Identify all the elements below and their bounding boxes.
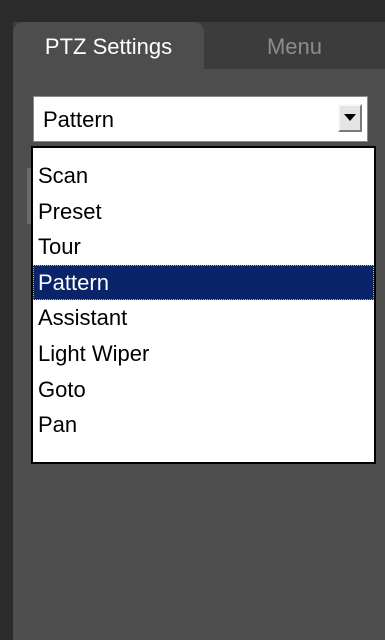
option-assistant[interactable]: Assistant xyxy=(33,300,374,336)
option-scan[interactable]: Scan xyxy=(33,158,374,194)
function-dropdown-list: Scan Preset Tour Pattern Assistant Light… xyxy=(31,146,376,464)
tab-menu[interactable]: Menu xyxy=(204,22,385,69)
option-pattern[interactable]: Pattern xyxy=(33,264,374,301)
tab-bar: PTZ Settings Menu xyxy=(13,22,385,69)
tab-ptz-settings[interactable]: PTZ Settings xyxy=(13,22,204,69)
option-light-wiper[interactable]: Light Wiper xyxy=(33,336,374,372)
app-frame: PTZ Settings Menu Pattern Scan Preset To… xyxy=(0,0,385,640)
option-preset[interactable]: Preset xyxy=(33,194,374,230)
dropdown-button[interactable] xyxy=(338,104,362,132)
chevron-down-icon xyxy=(344,114,356,121)
option-pan[interactable]: Pan xyxy=(33,407,374,443)
option-tour[interactable]: Tour xyxy=(33,229,374,265)
function-select[interactable]: Pattern xyxy=(33,96,368,142)
option-goto[interactable]: Goto xyxy=(33,372,374,408)
function-select-value: Pattern xyxy=(43,107,114,132)
